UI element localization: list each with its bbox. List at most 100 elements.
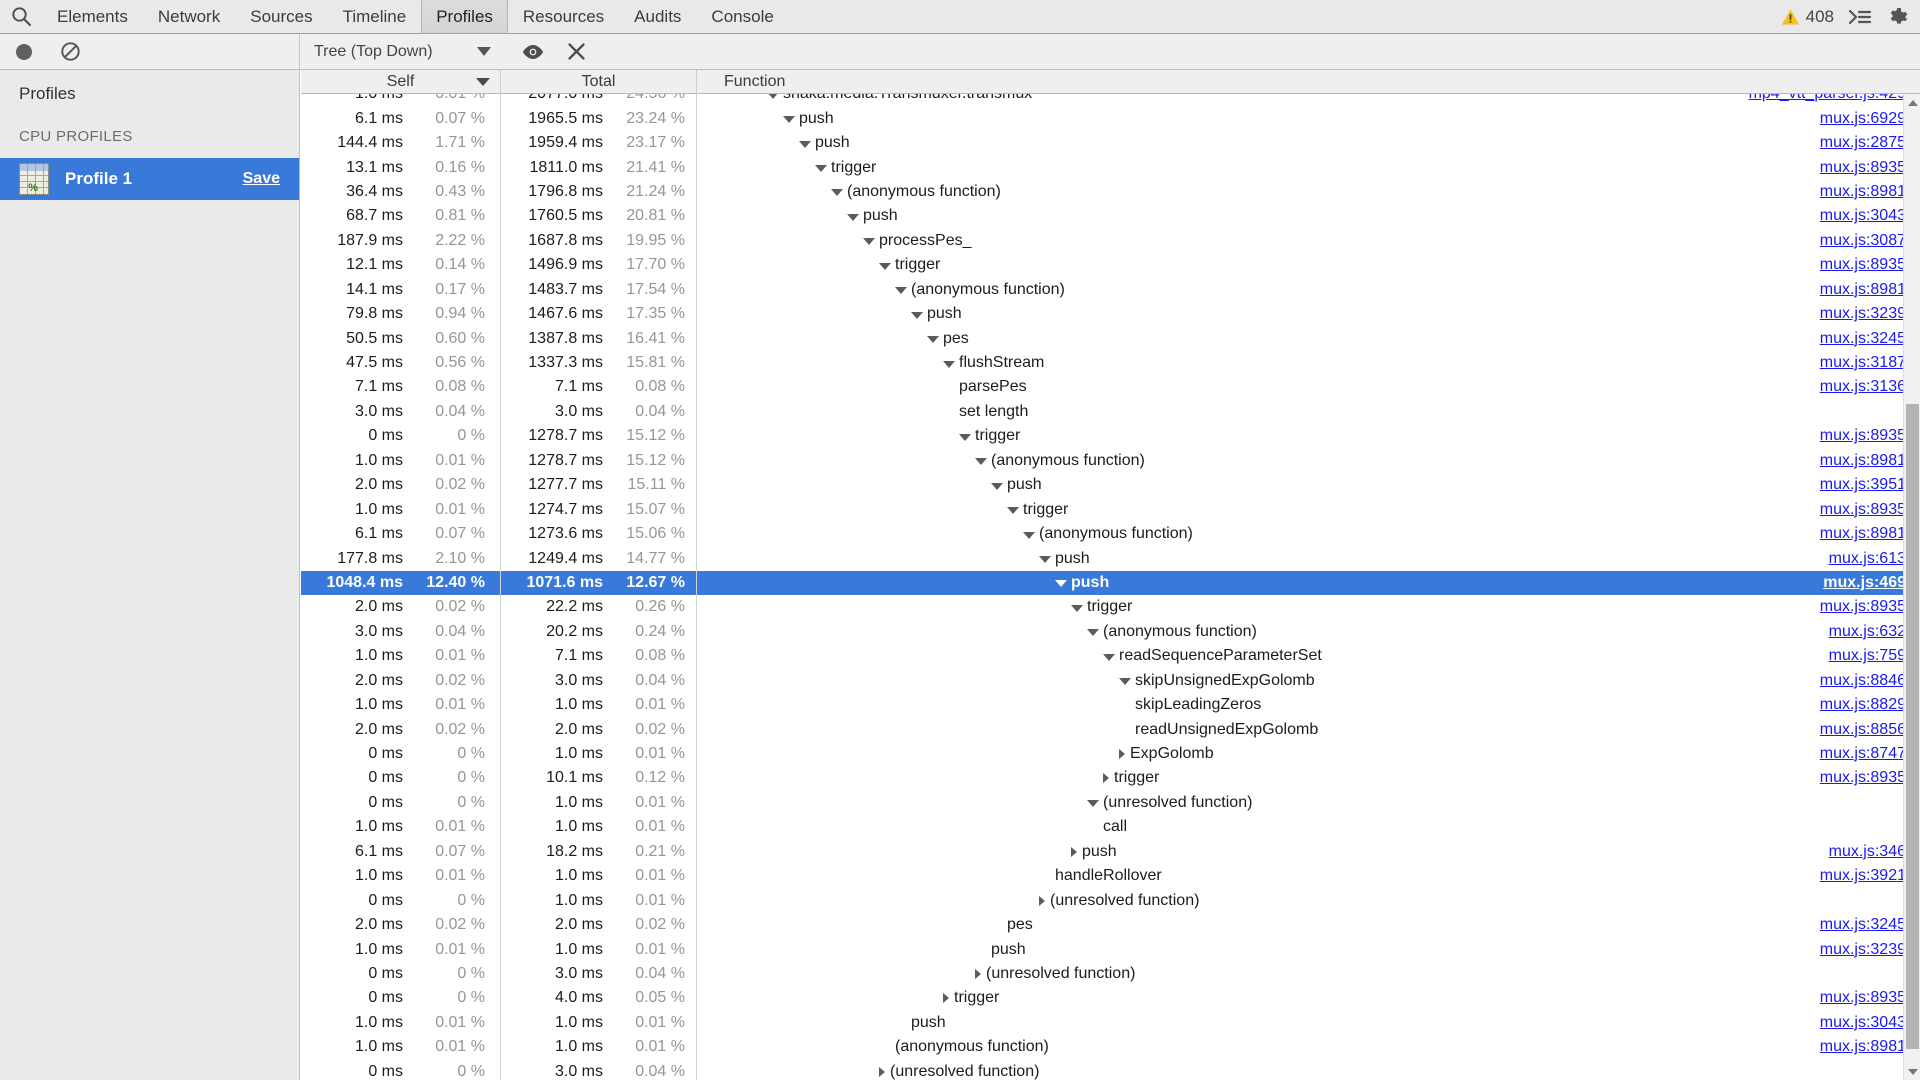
scrollbar-thumb[interactable] [1906, 404, 1919, 1049]
disclosure-triangle-closed-icon[interactable] [1119, 749, 1125, 760]
disclosure-triangle-closed-icon[interactable] [975, 968, 981, 979]
table-row[interactable]: 13.1 ms 0.16 % 1811.0 ms 21.41 % trigger mux.… [301, 155, 1920, 180]
disclosure-triangle-closed-icon[interactable] [1103, 773, 1109, 784]
column-header-self[interactable]: Self [301, 70, 501, 94]
disclosure-triangle-open-icon[interactable] [1007, 507, 1019, 515]
table-row[interactable]: 2.0 ms 0.02 % 22.2 ms 0.26 % trigger mux.js:8… [301, 595, 1920, 620]
table-row[interactable]: 187.9 ms 2.22 % 1687.8 ms 19.95 % processPes… [301, 228, 1920, 254]
table-row[interactable]: 12.1 ms 0.14 % 1496.9 ms 17.70 % trigger mux.… [301, 253, 1920, 278]
disclosure-triangle-open-icon[interactable] [1039, 556, 1051, 564]
source-link[interactable]: mux.js:3043 [1820, 207, 1906, 225]
source-link[interactable]: mux.js:8935 [1820, 501, 1906, 519]
source-link[interactable]: mux.js:8935 [1820, 427, 1906, 445]
source-link[interactable]: mux.js:3245 [1820, 330, 1906, 348]
sidebar-item-profile-1[interactable]: % Profile 1 Save [0, 158, 299, 200]
table-row[interactable]: 1.0 ms 0.01 % 7.1 ms 0.08 % readSequencePara… [301, 644, 1920, 669]
table-row[interactable]: 0 ms 0 % 1.0 ms 0.01 % ExpGolomb mux.js:8747 [301, 741, 1920, 767]
source-link[interactable]: mux.js:8935 [1820, 769, 1906, 787]
console-drawer-icon[interactable] [1848, 8, 1872, 26]
table-row[interactable]: 2.0 ms 0.02 % 3.0 ms 0.04 % skipUnsignedExpG… [301, 668, 1920, 693]
table-row[interactable]: 0 ms 0 % 1.0 ms 0.01 % (unresolved function) [301, 888, 1920, 913]
disclosure-triangle-closed-icon[interactable] [1039, 895, 1045, 906]
close-x-icon[interactable] [567, 42, 586, 61]
tab-console[interactable]: Console [696, 0, 788, 33]
source-link[interactable]: mux.js:8981 [1820, 1038, 1906, 1056]
disclosure-triangle-open-icon[interactable] [783, 116, 795, 124]
table-row[interactable]: 47.5 ms 0.56 % 1337.3 ms 15.81 % flushStream… [301, 350, 1920, 376]
disclosure-triangle-closed-icon[interactable] [943, 993, 949, 1004]
disclosure-triangle-open-icon[interactable] [1023, 531, 1035, 539]
disclosure-triangle-open-icon[interactable] [831, 189, 843, 197]
eye-icon[interactable] [521, 44, 545, 60]
source-link[interactable]: mux.js:3239 [1820, 941, 1906, 959]
source-link[interactable]: mux.js:8935 [1820, 159, 1906, 177]
source-link[interactable]: mux.js:3187 [1820, 354, 1906, 372]
table-row[interactable]: 3.0 ms 0.04 % 3.0 ms 0.04 % set length [301, 399, 1920, 425]
table-row[interactable]: 6.1 ms 0.07 % 1965.5 ms 23.24 % push mux.js:6… [301, 106, 1920, 131]
disclosure-triangle-open-icon[interactable] [847, 213, 859, 221]
vertical-scrollbar[interactable] [1903, 94, 1920, 1080]
source-link[interactable]: mux.js:8981 [1820, 281, 1906, 299]
source-link[interactable]: mux.js:8935 [1820, 256, 1906, 274]
source-link[interactable]: mux.js:613 [1829, 550, 1906, 568]
disclosure-triangle-open-icon[interactable] [1119, 678, 1131, 686]
source-link[interactable]: mux.js:632 [1829, 623, 1906, 641]
source-link[interactable]: mux.js:2875 [1820, 134, 1906, 152]
table-row[interactable]: 1.0 ms 0.01 % 1274.7 ms 15.07 % trigger mux.j… [301, 497, 1920, 522]
disclosure-triangle-open-icon[interactable] [975, 458, 987, 466]
source-link[interactable]: mp4_vtt_parser.js:429 [1749, 94, 1906, 103]
scroll-up-arrow-icon[interactable] [1904, 94, 1920, 111]
warning-counter[interactable]: 408 [1781, 7, 1834, 27]
source-link[interactable]: mux.js:8981 [1820, 525, 1906, 543]
tab-audits[interactable]: Audits [619, 0, 696, 33]
tab-sources[interactable]: Sources [235, 0, 327, 33]
source-link[interactable]: mux.js:469 [1823, 574, 1906, 592]
table-row[interactable]: 14.1 ms 0.17 % 1483.7 ms 17.54 % (anonymous … [301, 277, 1920, 302]
table-row[interactable]: 1.0 ms 0.01 % 1.0 ms 0.01 % (anonymous funct… [301, 1035, 1920, 1060]
table-row[interactable]: 2.0 ms 0.02 % 2.0 ms 0.02 % pes mux.js:3245 [301, 912, 1920, 938]
table-row[interactable]: 1.0 ms0.01 %2077.0 ms24.56 %shaka.media.… [301, 94, 1920, 107]
table-row[interactable]: 6.1 ms 0.07 % 1273.6 ms 15.06 % (anonymous f… [301, 521, 1920, 547]
search-icon[interactable] [0, 0, 42, 33]
disclosure-triangle-open-icon[interactable] [991, 482, 1003, 490]
tab-elements[interactable]: Elements [42, 0, 143, 33]
table-row[interactable]: 144.4 ms 1.71 % 1959.4 ms 23.17 % push mux.js… [301, 130, 1920, 156]
disclosure-triangle-closed-icon[interactable] [1071, 846, 1077, 857]
tab-profiles[interactable]: Profiles [421, 0, 508, 33]
clear-prohibited-icon[interactable] [60, 41, 81, 62]
disclosure-triangle-open-icon[interactable] [863, 238, 875, 246]
disclosure-triangle-open-icon[interactable] [815, 165, 827, 173]
source-link[interactable]: mux.js:8846 [1820, 672, 1906, 690]
source-link[interactable]: mux.js:6929 [1820, 110, 1906, 128]
source-link[interactable]: mux.js:3921 [1820, 867, 1906, 885]
disclosure-triangle-open-icon[interactable] [799, 140, 811, 148]
disclosure-triangle-open-icon[interactable] [959, 433, 971, 441]
source-link[interactable]: mux.js:8981 [1820, 183, 1906, 201]
disclosure-triangle-open-icon[interactable] [1087, 800, 1099, 808]
disclosure-triangle-closed-icon[interactable] [879, 1066, 885, 1077]
table-row[interactable]: 1.0 ms 0.01 % 1.0 ms 0.01 % handleRollover mu… [301, 864, 1920, 889]
table-row[interactable]: 0 ms 0 % 1.0 ms 0.01 % (unresolved function) [301, 790, 1920, 816]
disclosure-triangle-open-icon[interactable] [911, 311, 923, 319]
column-header-function[interactable]: Function [697, 70, 1920, 94]
view-mode-select[interactable]: Tree (Top Down) [314, 43, 499, 61]
table-row[interactable]: 1.0 ms 0.01 % 1.0 ms 0.01 % push mux.js:3043 [301, 1010, 1920, 1036]
table-row[interactable]: 1.0 ms 0.01 % 1.0 ms 0.01 % call [301, 815, 1920, 840]
table-row[interactable]: 1048.4 ms 12.40 % 1071.6 ms 12.67 % push mux.… [301, 570, 1920, 596]
source-link[interactable]: mux.js:8856 [1820, 721, 1906, 739]
scroll-down-arrow-icon[interactable] [1904, 1063, 1920, 1080]
save-profile-link[interactable]: Save [243, 170, 280, 188]
column-header-total[interactable]: Total [501, 70, 697, 94]
source-link[interactable]: mux.js:3245 [1820, 916, 1906, 934]
table-row[interactable]: 1.0 ms 0.01 % 1.0 ms 0.01 % push mux.js:3239 [301, 937, 1920, 962]
disclosure-triangle-open-icon[interactable] [1087, 629, 1099, 637]
table-row[interactable]: 3.0 ms 0.04 % 20.2 ms 0.24 % (anonymous func… [301, 619, 1920, 645]
table-row[interactable]: 7.1 ms 0.08 % 7.1 ms 0.08 % parsePes mux.js:3… [301, 375, 1920, 400]
table-row[interactable]: 68.7 ms 0.81 % 1760.5 ms 20.81 % push mux.js:… [301, 204, 1920, 229]
tab-network[interactable]: Network [143, 0, 235, 33]
source-link[interactable]: mux.js:8935 [1820, 598, 1906, 616]
source-link[interactable]: mux.js:8747 [1820, 745, 1906, 763]
source-link[interactable]: mux.js:3951 [1820, 476, 1906, 494]
disclosure-triangle-open-icon[interactable] [1071, 604, 1083, 612]
source-link[interactable]: mux.js:3136 [1820, 378, 1906, 396]
